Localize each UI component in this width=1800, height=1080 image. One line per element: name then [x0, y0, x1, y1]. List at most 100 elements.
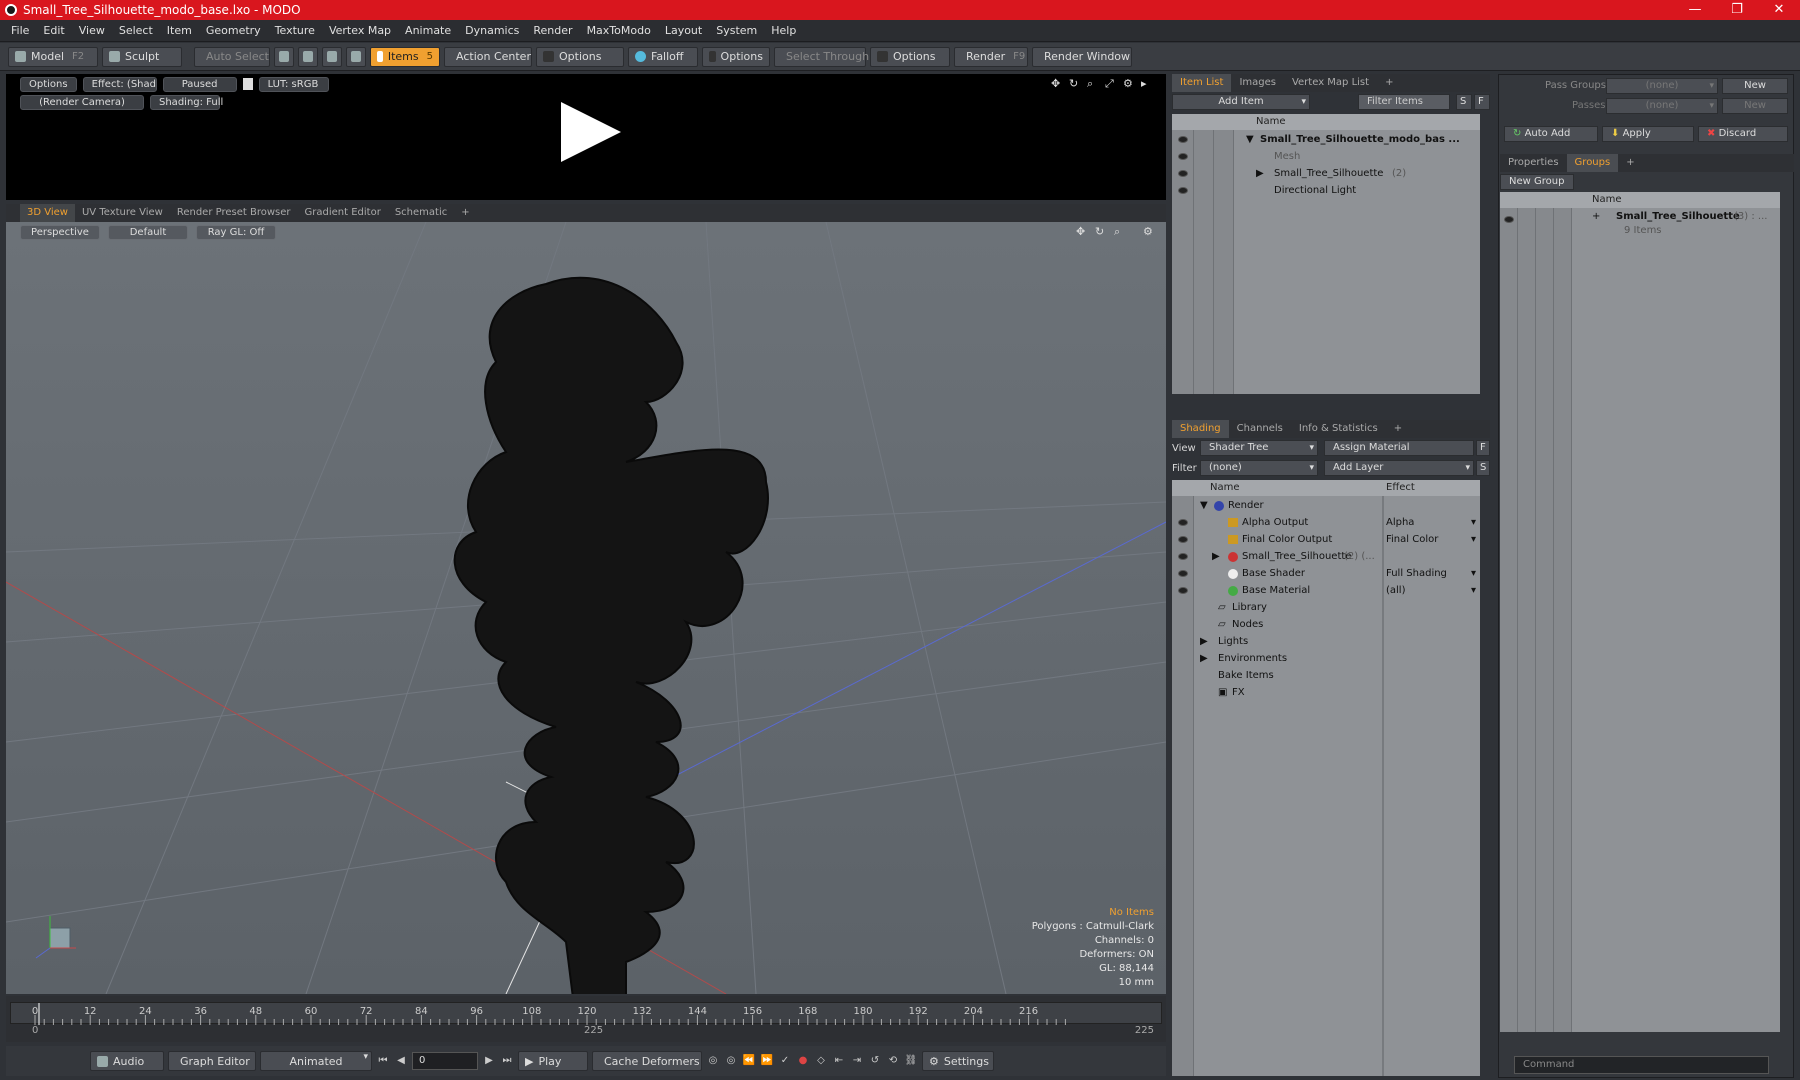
eye-icon[interactable]: [1178, 170, 1188, 177]
material-select-button[interactable]: [346, 46, 366, 67]
key-icon[interactable]: ◎: [706, 1054, 720, 1068]
render-effect-dropdown[interactable]: Effect: (Shadi...: [82, 77, 157, 92]
audio-button[interactable]: Audio: [90, 1051, 164, 1071]
expand-arrow-icon[interactable]: ▼: [1200, 497, 1208, 514]
close-button[interactable]: ✕: [1758, 0, 1800, 20]
jump-next-icon[interactable]: ⇥: [850, 1054, 864, 1068]
menu-help[interactable]: Help: [764, 24, 803, 37]
expand-arrow-icon[interactable]: ▶: [1200, 633, 1208, 650]
eye-icon[interactable]: [1178, 587, 1188, 594]
new-pass-button[interactable]: New: [1722, 98, 1788, 114]
tab-shading[interactable]: Shading: [1172, 420, 1229, 438]
shader-row-final-color[interactable]: Final Color Output Final Color ▾: [1172, 531, 1480, 548]
arrow-right-icon[interactable]: ▸: [1141, 78, 1152, 89]
prev-keyframe-icon[interactable]: ⏪: [742, 1054, 756, 1068]
shader-row-library[interactable]: ▱ Library: [1172, 599, 1480, 616]
shader-row-material-group[interactable]: ▶ Small_Tree_Silhouette (2) (...: [1172, 548, 1480, 565]
shader-tree[interactable]: Name Effect ▼ Render Alpha Output Alpha …: [1172, 480, 1480, 1076]
render-options-button[interactable]: Options: [20, 77, 77, 92]
rotate-icon[interactable]: ↻: [1069, 78, 1080, 89]
vertex-select-button[interactable]: [274, 46, 294, 67]
expand-arrow-icon[interactable]: ▼: [1246, 131, 1254, 148]
menu-item[interactable]: Item: [160, 24, 199, 37]
expand-arrow-icon[interactable]: ▶: [1200, 650, 1208, 667]
item-row-mesh[interactable]: Mesh: [1172, 148, 1480, 165]
menu-layout[interactable]: Layout: [658, 24, 709, 37]
eye-icon[interactable]: [1504, 216, 1514, 223]
rotate-icon[interactable]: ↻: [1095, 226, 1106, 237]
add-tab-button[interactable]: +: [1618, 154, 1642, 172]
new-group-button[interactable]: New Group: [1500, 174, 1574, 190]
tab-render-preset-browser[interactable]: Render Preset Browser: [170, 204, 298, 222]
shader-row-base-shader[interactable]: Base Shader Full Shading ▾: [1172, 565, 1480, 582]
skip-end-icon[interactable]: ⏭: [500, 1054, 514, 1068]
menu-view[interactable]: View: [72, 24, 112, 37]
action-center-options-button[interactable]: Options: [536, 46, 624, 67]
falloff-button[interactable]: Falloff: [628, 46, 698, 67]
lock-icon[interactable]: [242, 78, 253, 90]
shader-row-alpha-output[interactable]: Alpha Output Alpha ▾: [1172, 514, 1480, 531]
menu-edit[interactable]: Edit: [36, 24, 71, 37]
final-color-effect[interactable]: Final Color: [1386, 531, 1438, 548]
auto-select-button[interactable]: Auto Select: [194, 46, 270, 67]
menu-geometry[interactable]: Geometry: [199, 24, 268, 37]
eye-icon[interactable]: [1178, 153, 1188, 160]
tab-vertex-map-list[interactable]: Vertex Map List: [1284, 74, 1377, 92]
tab-channels[interactable]: Channels: [1229, 420, 1291, 438]
filter-items-field[interactable]: Filter Items: [1358, 94, 1450, 110]
graph-editor-button[interactable]: Graph Editor: [168, 1051, 256, 1071]
filter-f-toggle[interactable]: F: [1474, 94, 1490, 110]
shading-s-toggle[interactable]: S: [1476, 460, 1490, 476]
filter-s-toggle[interactable]: S: [1456, 94, 1472, 110]
add-layer-dropdown[interactable]: Add Layer: [1324, 460, 1474, 476]
tab-gradient-editor[interactable]: Gradient Editor: [298, 204, 388, 222]
gear-icon[interactable]: ⚙: [1123, 78, 1134, 89]
items-mode-button[interactable]: Items 5: [370, 46, 440, 67]
next-keyframe-icon[interactable]: ⏩: [760, 1054, 774, 1068]
shader-row-fx[interactable]: ▣ FX: [1172, 684, 1480, 701]
expand-arrow-icon[interactable]: ▶: [1256, 165, 1264, 182]
eye-icon[interactable]: [1178, 570, 1188, 577]
tab-images[interactable]: Images: [1231, 74, 1284, 92]
add-tab-button[interactable]: +: [1377, 74, 1401, 92]
chevron-down-icon[interactable]: ▾: [1471, 565, 1476, 582]
timeline[interactable]: 0 12 24 36 48 60 72 84 96 108 120 132 144 156 168 180 19…: [6, 996, 1166, 1042]
auto-add-button[interactable]: ↻ Auto Add: [1504, 126, 1598, 142]
jump-prev-icon[interactable]: ⇤: [832, 1054, 846, 1068]
skip-start-icon[interactable]: ⏮: [376, 1054, 390, 1068]
eye-icon[interactable]: [1178, 553, 1188, 560]
zoom-icon[interactable]: ⌕: [1087, 78, 1098, 89]
render-shading-dropdown[interactable]: Shading: Full: [150, 95, 223, 110]
animated-dropdown[interactable]: Animated: [260, 1051, 372, 1071]
select-through-button[interactable]: Select Through: [774, 46, 869, 67]
shader-row-lights[interactable]: ▶ Lights: [1172, 633, 1480, 650]
expand-plus-icon[interactable]: +: [1592, 210, 1600, 224]
shader-row-nodes[interactable]: ▱ Nodes: [1172, 616, 1480, 633]
eye-icon[interactable]: [1178, 536, 1188, 543]
expand-arrow-icon[interactable]: ▶: [1212, 548, 1220, 565]
item-list-tree[interactable]: Name ▼ Small_Tree_Silhouette_modo_bas ..…: [1172, 114, 1480, 394]
item-row-group[interactable]: ▶ Small_Tree_Silhouette (2): [1172, 165, 1480, 182]
menu-dynamics[interactable]: Dynamics: [458, 24, 526, 37]
command-input[interactable]: Command: [1514, 1056, 1769, 1074]
apply-button[interactable]: ⬇ Apply: [1602, 126, 1694, 142]
maximize-icon[interactable]: ⤢: [1105, 78, 1116, 89]
alpha-output-effect[interactable]: Alpha: [1386, 514, 1414, 531]
sculpt-mode-button[interactable]: Sculpt: [102, 46, 182, 67]
groups-tree[interactable]: Name + Small_Tree_Silhouette (3) : ... 9…: [1500, 192, 1780, 1032]
tab-schematic[interactable]: Schematic: [388, 204, 454, 222]
eye-icon[interactable]: [1178, 136, 1188, 143]
minimize-button[interactable]: —: [1674, 0, 1716, 20]
cache-deformers-button[interactable]: Cache Deformers: [592, 1051, 702, 1071]
shader-row-base-material[interactable]: Base Material (all) ▾: [1172, 582, 1480, 599]
menu-file[interactable]: File: [4, 24, 36, 37]
prev-key-icon[interactable]: ◀: [394, 1054, 408, 1068]
polygon-select-button[interactable]: [322, 46, 342, 67]
base-shader-effect[interactable]: Full Shading: [1386, 565, 1447, 582]
model-mode-button[interactable]: Model F2: [8, 46, 98, 67]
tab-uv-texture-view[interactable]: UV Texture View: [75, 204, 170, 222]
auto-key-icon[interactable]: ✓: [778, 1054, 792, 1068]
current-frame-field[interactable]: 0: [412, 1052, 478, 1070]
shader-row-environments[interactable]: ▶ Environments: [1172, 650, 1480, 667]
play-button[interactable]: ▶ Play: [518, 1051, 588, 1071]
